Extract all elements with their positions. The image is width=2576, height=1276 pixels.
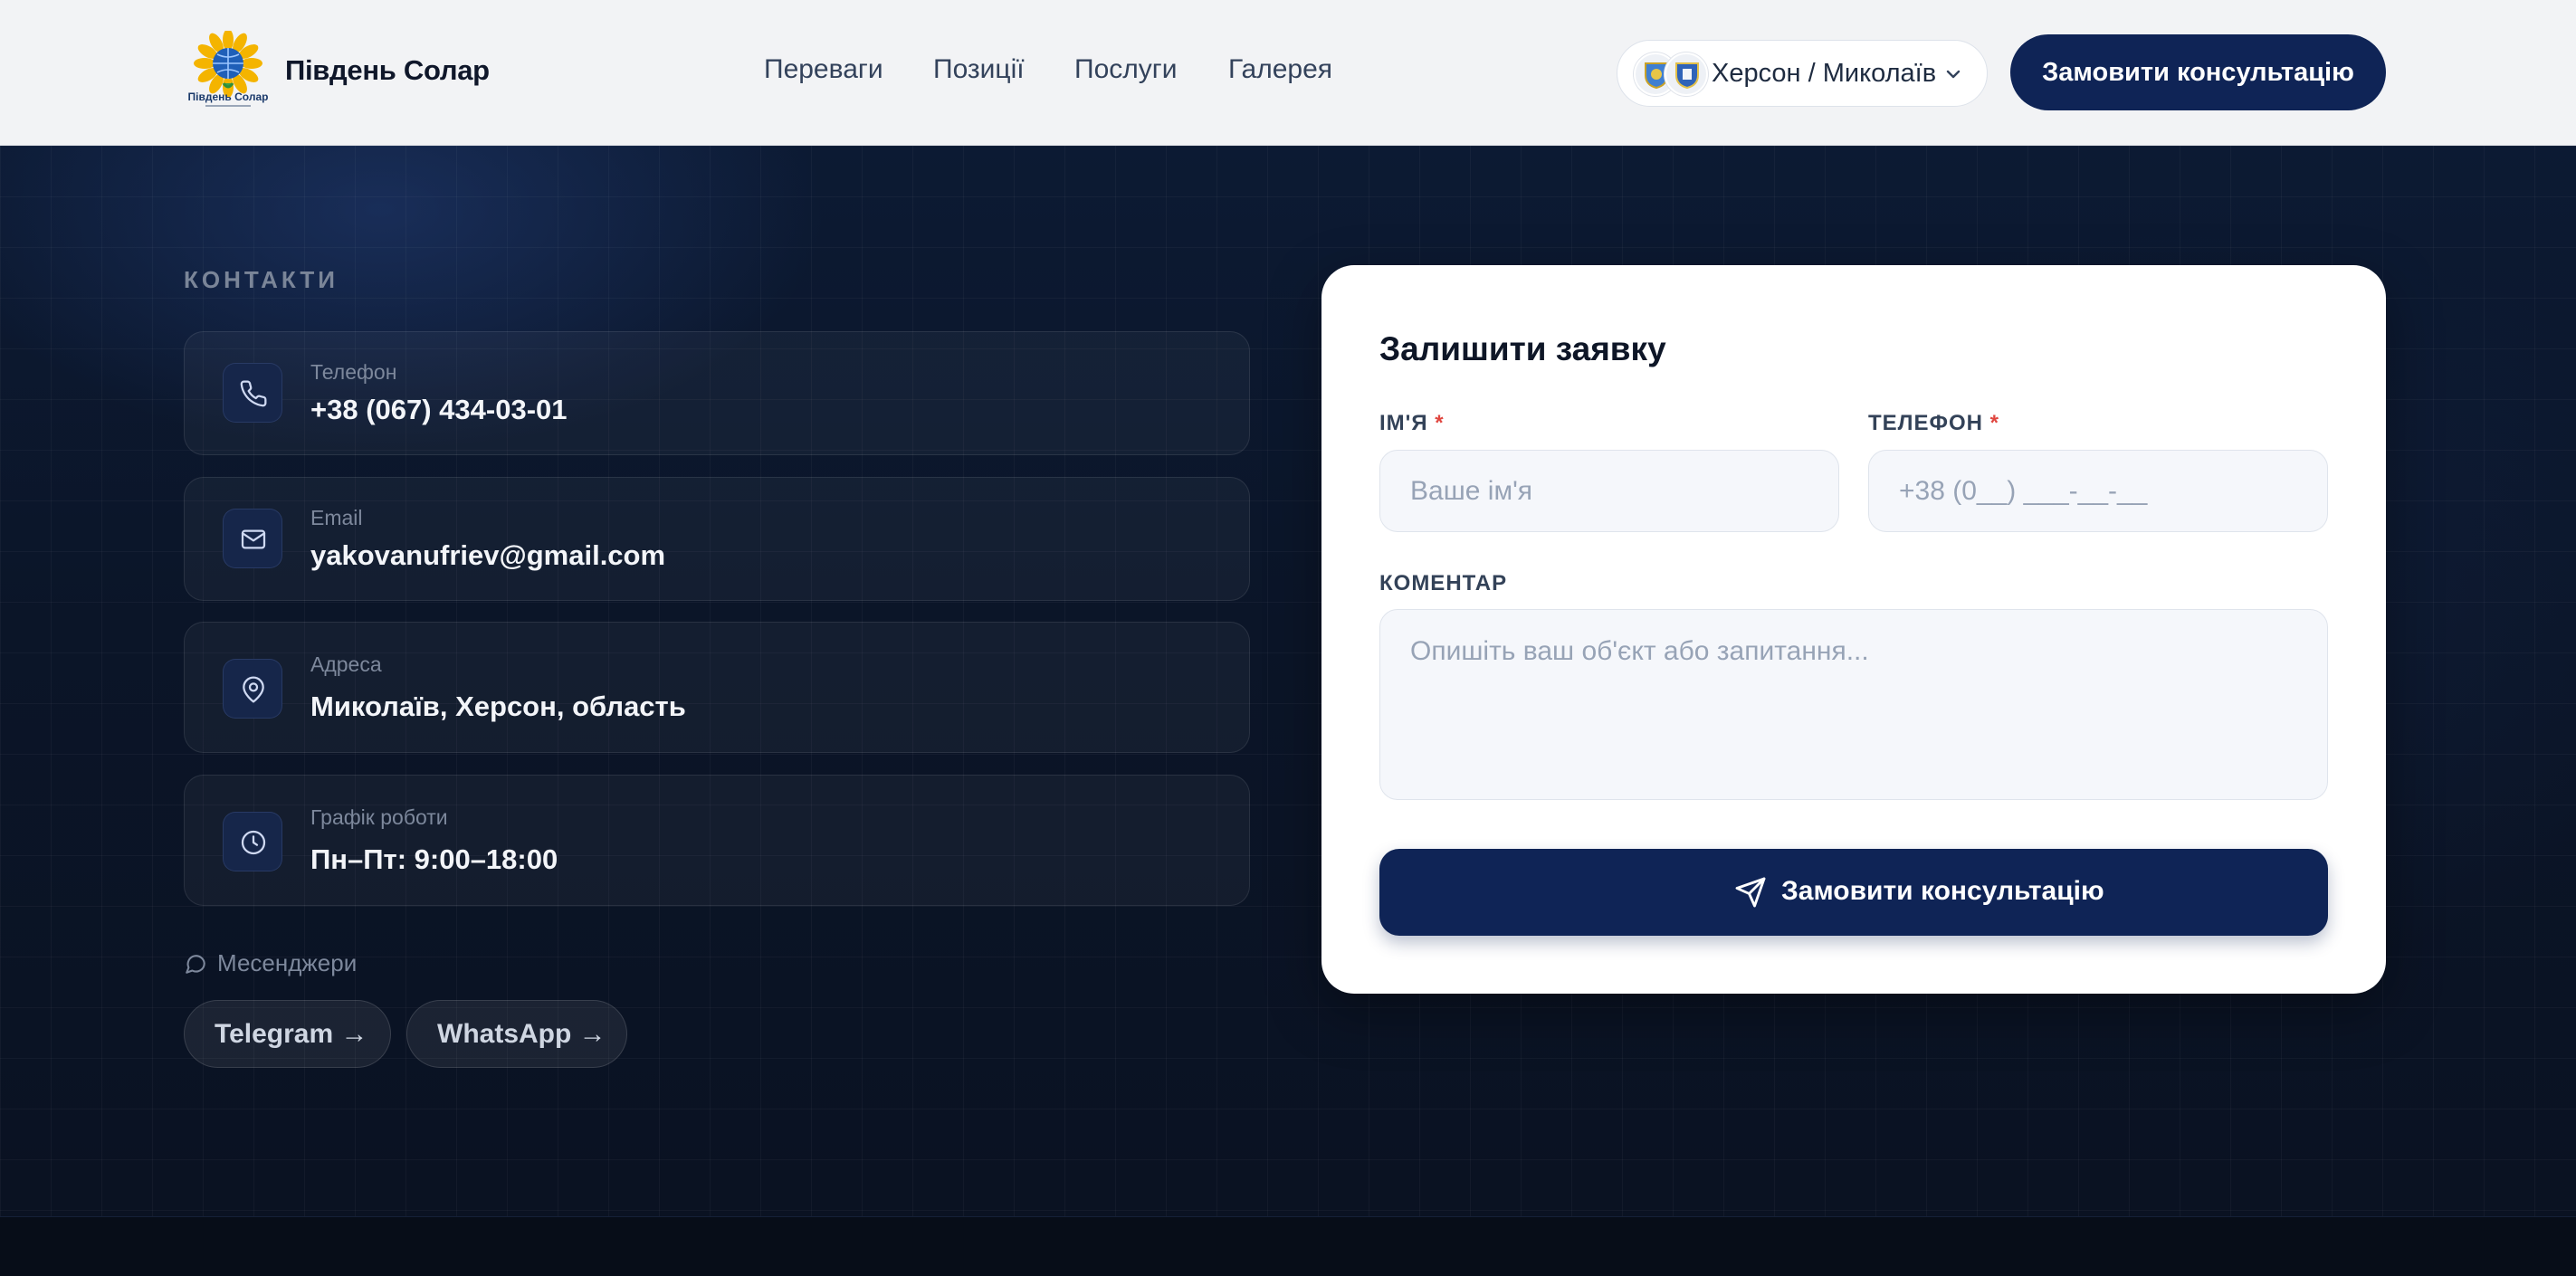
clock-icon bbox=[223, 812, 282, 871]
nav-link-gallery[interactable]: Галерея bbox=[1228, 54, 1332, 85]
region-label: Херсон / Миколаїв bbox=[1712, 59, 1937, 88]
submit-label: Замовити консультацію bbox=[1781, 876, 2104, 906]
email-value[interactable]: yakovanufriev@gmail.com bbox=[310, 539, 665, 572]
phone-value[interactable]: +38 (067) 434-03-01 bbox=[310, 394, 568, 426]
form-title: Залишити заявку bbox=[1379, 330, 1666, 367]
svg-text:Південь Солар: Південь Солар bbox=[188, 90, 269, 103]
submit-consultation-button[interactable]: Замовити консультацію bbox=[1379, 849, 2328, 936]
brand-logo[interactable]: Південь Солар bbox=[184, 29, 272, 110]
contact-card-schedule[interactable]: Графік роботи Пн–Пт: 9:00–18:00 bbox=[184, 775, 1250, 906]
nav-link-advantages[interactable]: Переваги bbox=[764, 54, 883, 85]
whatsapp-button[interactable]: WhatsApp → bbox=[406, 1000, 627, 1068]
nav-link-positions[interactable]: Позиції bbox=[933, 54, 1025, 85]
map-pin-icon bbox=[223, 659, 282, 719]
mykolaiv-coat-of-arms-icon bbox=[1665, 52, 1708, 96]
schedule-label: Графік роботи bbox=[310, 805, 448, 829]
required-mark: * bbox=[1989, 411, 2000, 435]
region-selector[interactable]: Херсон / Миколаїв bbox=[1617, 40, 1988, 107]
contacts-heading: КОНТАКТИ bbox=[184, 266, 339, 293]
site-header: Південь Солар Південь Солар Переваги Поз… bbox=[0, 0, 2576, 146]
header-consultation-button[interactable]: Замовити консультацію bbox=[2010, 34, 2386, 110]
phone-input[interactable] bbox=[1868, 450, 2328, 532]
phone-field-label: ТЕЛЕФОН * bbox=[1868, 411, 2000, 435]
address-value: Миколаїв, Херсон, область bbox=[310, 690, 686, 722]
messengers-label: Месенджери bbox=[217, 949, 358, 976]
comment-textarea[interactable] bbox=[1379, 609, 2328, 800]
name-field-label: ІМ'Я * bbox=[1379, 411, 1445, 435]
required-mark: * bbox=[1435, 411, 1445, 435]
comment-field-label: КОМЕНТАР bbox=[1379, 571, 1508, 595]
brand-name[interactable]: Південь Солар bbox=[285, 54, 490, 87]
telegram-button[interactable]: Telegram → bbox=[184, 1000, 391, 1068]
contact-section: КОНТАКТИ Телефон +38 (067) 434-03-01 Ema… bbox=[0, 146, 2576, 1216]
mail-icon bbox=[223, 509, 282, 568]
send-icon bbox=[1735, 877, 1766, 908]
email-label: Email bbox=[310, 506, 363, 529]
chevron-down-icon bbox=[1946, 70, 1961, 79]
request-form: Залишити заявку ІМ'Я * ТЕЛЕФОН * КОМЕНТА… bbox=[1321, 265, 2386, 994]
phone-icon bbox=[223, 363, 282, 423]
name-input[interactable] bbox=[1379, 450, 1839, 532]
contact-card-email[interactable]: Email yakovanufriev@gmail.com bbox=[184, 477, 1250, 601]
footer-edge bbox=[0, 1216, 2576, 1276]
contact-card-phone[interactable]: Телефон +38 (067) 434-03-01 bbox=[184, 331, 1250, 455]
schedule-value: Пн–Пт: 9:00–18:00 bbox=[310, 843, 558, 875]
nav-link-services[interactable]: Послуги bbox=[1074, 54, 1177, 85]
sunflower-logo-icon: Південь Солар bbox=[188, 29, 269, 107]
phone-label: Телефон bbox=[310, 360, 397, 384]
chat-bubble-icon bbox=[186, 955, 205, 974]
contact-card-address[interactable]: Адреса Миколаїв, Херсон, область bbox=[184, 622, 1250, 753]
address-label: Адреса bbox=[310, 652, 382, 676]
